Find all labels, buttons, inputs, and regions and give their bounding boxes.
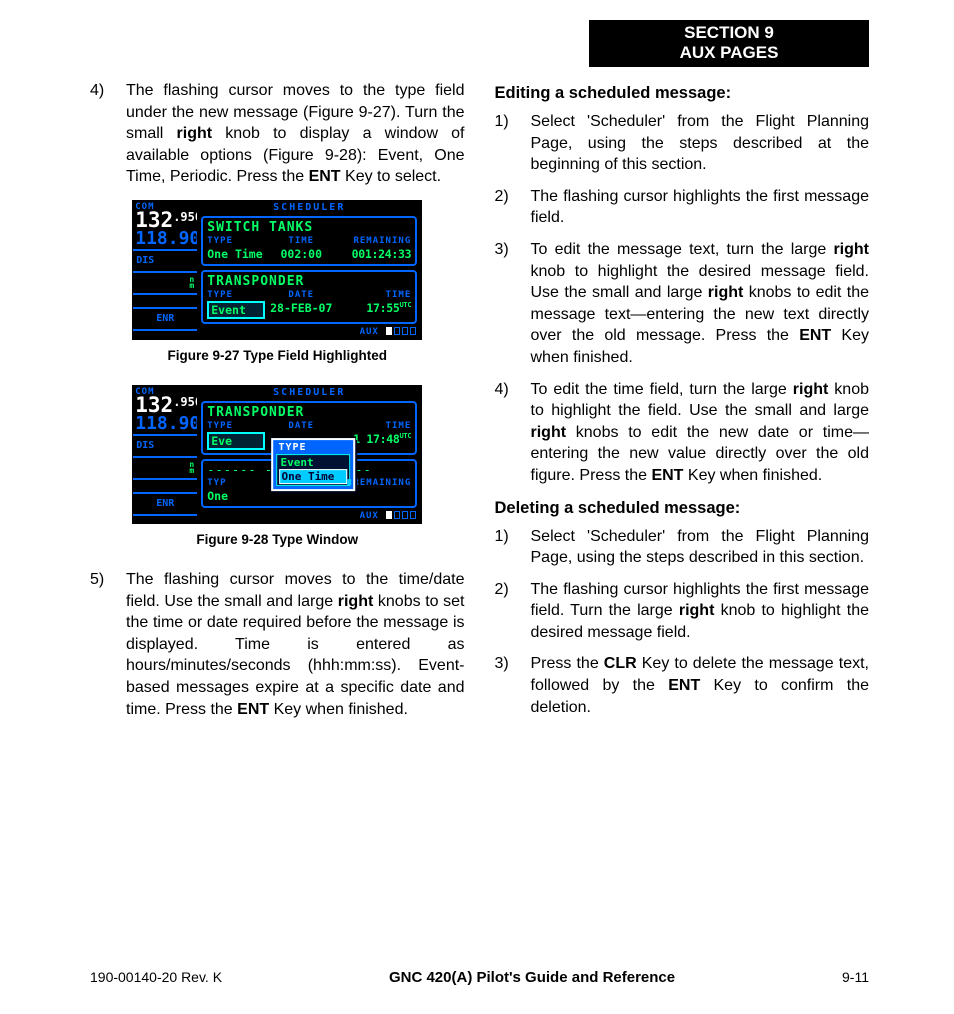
footer-mid: GNC 420(A) Pilot's Guide and Reference [389, 969, 675, 986]
section-header-line1: SECTION 9 [589, 23, 869, 43]
page-footer: 190-00140-20 Rev. K GNC 420(A) Pilot's G… [90, 969, 869, 986]
edit-step-2: 2) The flashing cursor highlights the fi… [495, 186, 870, 229]
footer-right: 9-11 [842, 969, 869, 985]
fig27-sidebar: COM 132.950 118.900 DIS nm ENR [133, 201, 197, 339]
right-column: Editing a scheduled message: 1) Select '… [495, 80, 870, 732]
editing-steps: 1) Select 'Scheduler' from the Flight Pl… [495, 111, 870, 487]
step-5: 5) The flashing cursor moves to the time… [90, 569, 465, 720]
left-steps-bottom: 5) The flashing cursor moves to the time… [90, 569, 465, 720]
edit-step-1: 1) Select 'Scheduler' from the Flight Pl… [495, 111, 870, 176]
content: 4) The flashing cursor moves to the type… [90, 80, 869, 732]
aux-footer: AUX [197, 326, 421, 339]
popup-opt-event: Event [279, 457, 347, 470]
nm-cell: nm [133, 273, 197, 295]
enr-cell: ENR [133, 309, 197, 331]
step-4: 4) The flashing cursor moves to the type… [90, 80, 465, 188]
com-standby: 118.900 [133, 230, 197, 251]
step-4-text: The flashing cursor moves to the type fi… [126, 80, 465, 188]
deleting-steps: 1) Select 'Scheduler' from the Flight Pl… [495, 526, 870, 719]
del-step-3: 3) Press the CLR Key to delete the messa… [495, 653, 870, 718]
del-step-1: 1) Select 'Scheduler' from the Flight Pl… [495, 526, 870, 569]
type-field-highlighted: Event [207, 301, 265, 319]
fig28-sidebar: COM 132.950 118.900 DIS nm ENR [133, 386, 197, 523]
del-step-2: 2) The flashing cursor highlights the fi… [495, 579, 870, 644]
section-header-line2: AUX PAGES [589, 43, 869, 63]
nm-label: nm [136, 277, 194, 290]
section-header: SECTION 9 AUX PAGES [589, 20, 869, 67]
type-window-popup: TYPE Event One Time [271, 439, 355, 492]
edit-step-3: 3) To edit the message text, turn the la… [495, 239, 870, 369]
editing-heading: Editing a scheduled message: [495, 84, 870, 103]
edit-step-4: 4) To edit the time field, turn the larg… [495, 379, 870, 487]
step-4-num: 4) [90, 80, 126, 188]
left-column: 4) The flashing cursor moves to the type… [90, 80, 465, 732]
panel-switch-tanks: SWITCH TANKS TYPETIMEREMAINING One Time0… [201, 216, 417, 266]
left-steps-top: 4) The flashing cursor moves to the type… [90, 80, 465, 188]
deleting-heading: Deleting a scheduled message: [495, 499, 870, 518]
scroll-indicator-icon [347, 480, 351, 486]
figure-9-27-caption: Figure 9-27 Type Field Highlighted [90, 348, 465, 363]
popup-title: TYPE [276, 443, 350, 454]
figure-9-27: COM 132.950 118.900 DIS nm ENR SCHEDULER… [132, 200, 422, 340]
scheduler-title: SCHEDULER [197, 201, 421, 214]
footer-left: 190-00140-20 Rev. K [90, 969, 222, 985]
figure-9-28-caption: Figure 9-28 Type Window [90, 532, 465, 547]
panel-transponder: TRANSPONDER TYPEDATETIME Event28-FEB-071… [201, 270, 417, 324]
figure-9-28: COM 132.950 118.900 DIS nm ENR SCHEDULER… [132, 385, 422, 524]
dis-cell: DIS [133, 251, 197, 273]
popup-opt-onetime: One Time [279, 470, 347, 485]
